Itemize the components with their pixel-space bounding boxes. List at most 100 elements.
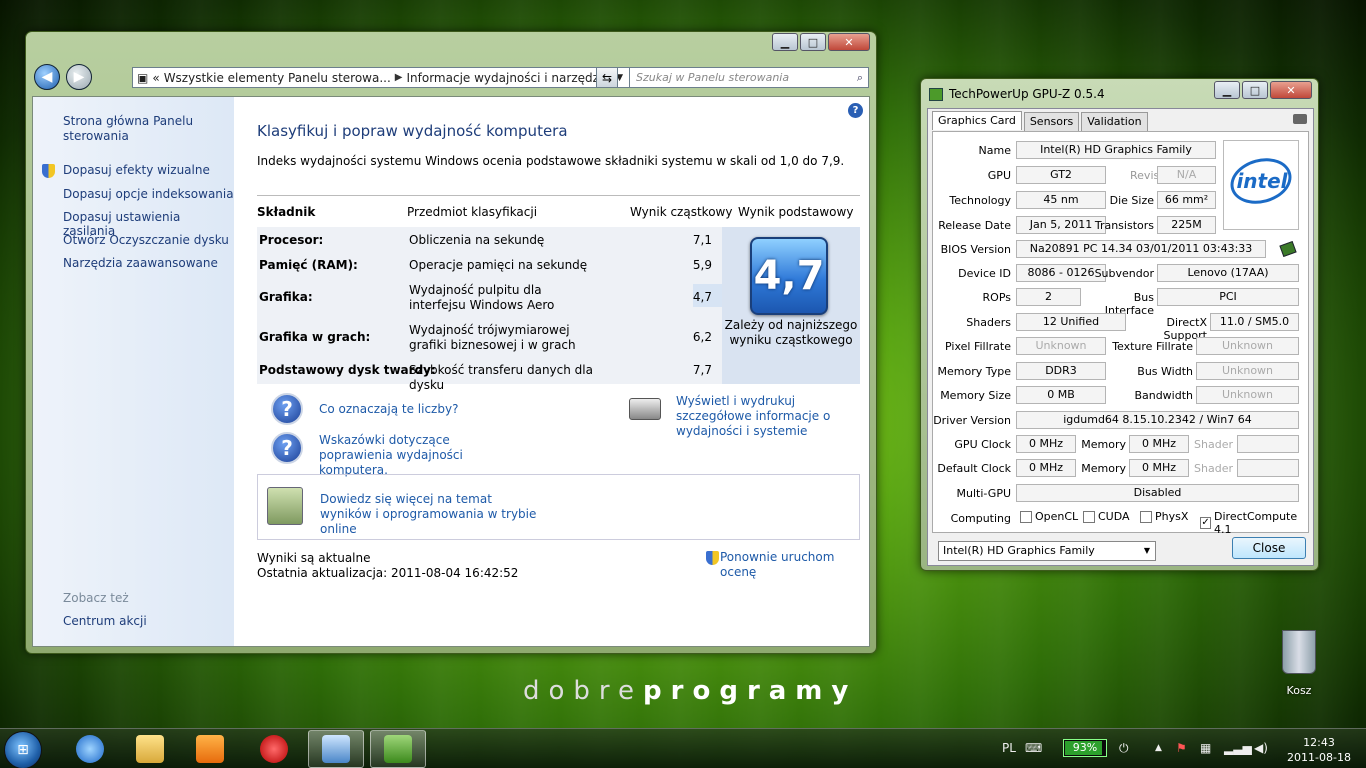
tab-sensors[interactable]: Sensors [1023, 112, 1080, 131]
checkbox-box[interactable] [1020, 510, 1032, 523]
media-player-icon [196, 735, 224, 763]
field-default-memory-clock[interactable]: 0 MHz [1129, 459, 1189, 477]
field-gpu-clock[interactable]: 0 MHz [1016, 435, 1076, 453]
sidebar-item-action-center[interactable]: Centrum akcji [63, 614, 147, 628]
field-gpu-memory-clock[interactable]: 0 MHz [1129, 435, 1189, 453]
field-subvendor[interactable]: Lenovo (17AA) [1157, 264, 1299, 282]
close-button[interactable]: ✕ [1270, 81, 1312, 99]
help-icon[interactable]: ? [848, 103, 863, 118]
taskbar-internet-explorer[interactable] [62, 730, 118, 768]
network-icon[interactable]: ▦ [1200, 741, 1211, 755]
breadcrumb-separator-icon[interactable]: ▶ [395, 72, 403, 83]
field-directx[interactable]: 11.0 / SM5.0 [1210, 313, 1299, 331]
close-button[interactable]: ✕ [828, 33, 870, 51]
field-driver[interactable]: igdumd64 8.15.10.2342 / Win7 64 [1016, 411, 1299, 429]
field-revision[interactable]: N/A [1157, 166, 1216, 184]
sidebar-item-indexing[interactable]: Dopasuj opcje indeksowania [63, 187, 234, 201]
search-input[interactable]: Szukaj w Panelu sterowania ⌕ [629, 67, 869, 88]
address-bar[interactable]: ▣ « Wszystkie elementy Panelu sterowa...… [132, 67, 630, 88]
header-rated: Przedmiot klasyfikacji [407, 204, 538, 219]
gpuz-tabs: Graphics Card Sensors Validation [932, 111, 1150, 131]
gpu-select[interactable]: Intel(R) HD Graphics Family ▼ [938, 541, 1156, 561]
maximize-button[interactable]: □ [800, 33, 826, 51]
field-default-shader-clock[interactable] [1237, 459, 1299, 477]
what-numbers-mean-link[interactable]: Co oznaczają te liczby? [319, 402, 458, 417]
search-placeholder: Szukaj w Panelu sterowania [636, 71, 790, 84]
field-gpu[interactable]: GT2 [1016, 166, 1106, 184]
field-shaders[interactable]: 12 Unified [1016, 313, 1126, 331]
checkbox-opencl[interactable]: OpenCL [1020, 510, 1078, 523]
show-hidden-icons-icon[interactable]: ▲ [1155, 743, 1162, 753]
sidebar-item-disk-cleanup[interactable]: Otwórz Oczyszczanie dysku [63, 233, 229, 247]
battery-meter[interactable]: 93% [1063, 739, 1107, 757]
minimize-button[interactable]: ▁ [772, 33, 798, 51]
field-shader-clock[interactable] [1237, 435, 1299, 453]
performance-window[interactable]: ▁ □ ✕ ◀ ▶ ▣ « Wszystkie elementy Panelu … [25, 31, 877, 654]
camera-icon[interactable] [1293, 114, 1307, 124]
taskbar-gpuz[interactable] [370, 730, 426, 768]
field-bus-interface[interactable]: PCI [1157, 288, 1299, 306]
checkbox-box[interactable] [1083, 510, 1095, 523]
breadcrumb-performance[interactable]: Informacje wydajności i narzędzia [407, 71, 610, 85]
learn-more-online-link[interactable]: Dowiedz się więcej na temat wyników i op… [320, 492, 540, 537]
sidebar-home-link[interactable]: Strona główna Panelu sterowania [63, 114, 203, 144]
gpuz-close-button[interactable]: Close [1232, 537, 1306, 559]
back-button[interactable]: ◀ [34, 64, 60, 90]
tab-validation[interactable]: Validation [1081, 112, 1148, 131]
maximize-button[interactable]: □ [1242, 81, 1268, 99]
checkbox-physx[interactable]: PhysX [1140, 510, 1188, 523]
recycle-bin[interactable]: Kosz [1278, 630, 1320, 700]
field-default-clock[interactable]: 0 MHz [1016, 459, 1076, 477]
forward-button[interactable]: ▶ [66, 64, 92, 90]
field-rops[interactable]: 2 [1016, 288, 1081, 306]
language-indicator[interactable]: PL [1002, 741, 1016, 755]
rerun-assessment-link[interactable]: Ponownie uruchom ocenę [720, 550, 867, 580]
field-memory-size[interactable]: 0 MB [1016, 386, 1106, 404]
row-component: Procesor: [259, 233, 324, 247]
clock[interactable]: 12:43 2011-08-18 [1282, 735, 1356, 765]
field-bus-width[interactable]: Unknown [1196, 362, 1299, 380]
field-technology[interactable]: 45 nm [1016, 191, 1106, 209]
breadcrumb-all-items[interactable]: Wszystkie elementy Panelu sterowa... [164, 71, 391, 85]
checkbox-box[interactable] [1140, 510, 1152, 523]
recycle-bin-label[interactable]: Kosz [1278, 684, 1320, 697]
refresh-button[interactable]: ⇆ [596, 67, 618, 88]
address-prefix: « [152, 70, 160, 85]
field-memory-type[interactable]: DDR3 [1016, 362, 1106, 380]
sidebar-item-advanced-tools[interactable]: Narzędzia zaawansowane [63, 256, 218, 270]
gpuz-window[interactable]: TechPowerUp GPU-Z 0.5.4 ▁ □ ✕ Graphics C… [920, 78, 1319, 571]
field-multi-gpu[interactable]: Disabled [1016, 484, 1299, 502]
field-die-size[interactable]: 66 mm² [1157, 191, 1216, 209]
taskbar-control-panel[interactable] [308, 730, 364, 768]
power-plug-icon[interactable]: ⏻ [1119, 741, 1129, 756]
field-texture-fillrate[interactable]: Unknown [1196, 337, 1299, 355]
recycle-bin-icon[interactable] [1282, 630, 1316, 674]
keyboard-icon[interactable]: ⌨ [1025, 741, 1042, 755]
search-icon[interactable]: ⌕ [857, 71, 863, 85]
field-bandwidth[interactable]: Unknown [1196, 386, 1299, 404]
print-details-link[interactable]: Wyświetl i wydrukuj szczegółowe informac… [676, 394, 866, 439]
volume-icon[interactable]: ◀) [1254, 741, 1268, 755]
taskbar-media-player[interactable] [182, 730, 238, 768]
field-transistors[interactable]: 225M [1157, 216, 1216, 234]
action-center-flag-icon[interactable]: ⚑ [1176, 741, 1187, 755]
tips-link[interactable]: Wskazówki dotyczące poprawienia wydajnoś… [319, 433, 524, 478]
label-memory: Memory [1081, 462, 1126, 475]
taskbar-explorer[interactable] [122, 730, 178, 768]
bios-save-icon[interactable] [1279, 240, 1297, 258]
tab-graphics-card[interactable]: Graphics Card [932, 111, 1022, 130]
minimize-button[interactable]: ▁ [1214, 81, 1240, 99]
field-bios[interactable]: Na20891 PC 14.34 03/01/2011 03:43:33 [1016, 240, 1266, 258]
checkbox-directcompute[interactable]: ✓ DirectCompute 4.1 [1200, 510, 1308, 536]
taskbar-app-red[interactable] [246, 730, 302, 768]
chevron-down-icon[interactable]: ▼ [1144, 542, 1150, 560]
field-name[interactable]: Intel(R) HD Graphics Family [1016, 141, 1216, 159]
control-panel-icon [322, 735, 350, 763]
start-button[interactable]: ⊞ [4, 731, 42, 768]
status-text: Wyniki są aktualne Ostatnia aktualizacja… [257, 551, 518, 581]
signal-icon[interactable]: ▂▃▅ [1224, 741, 1252, 755]
sidebar-item-visual-effects[interactable]: Dopasuj efekty wizualne [63, 163, 210, 177]
checkbox-cuda[interactable]: CUDA [1083, 510, 1130, 523]
field-pixel-fillrate[interactable]: Unknown [1016, 337, 1106, 355]
checkbox-box[interactable]: ✓ [1200, 517, 1212, 529]
